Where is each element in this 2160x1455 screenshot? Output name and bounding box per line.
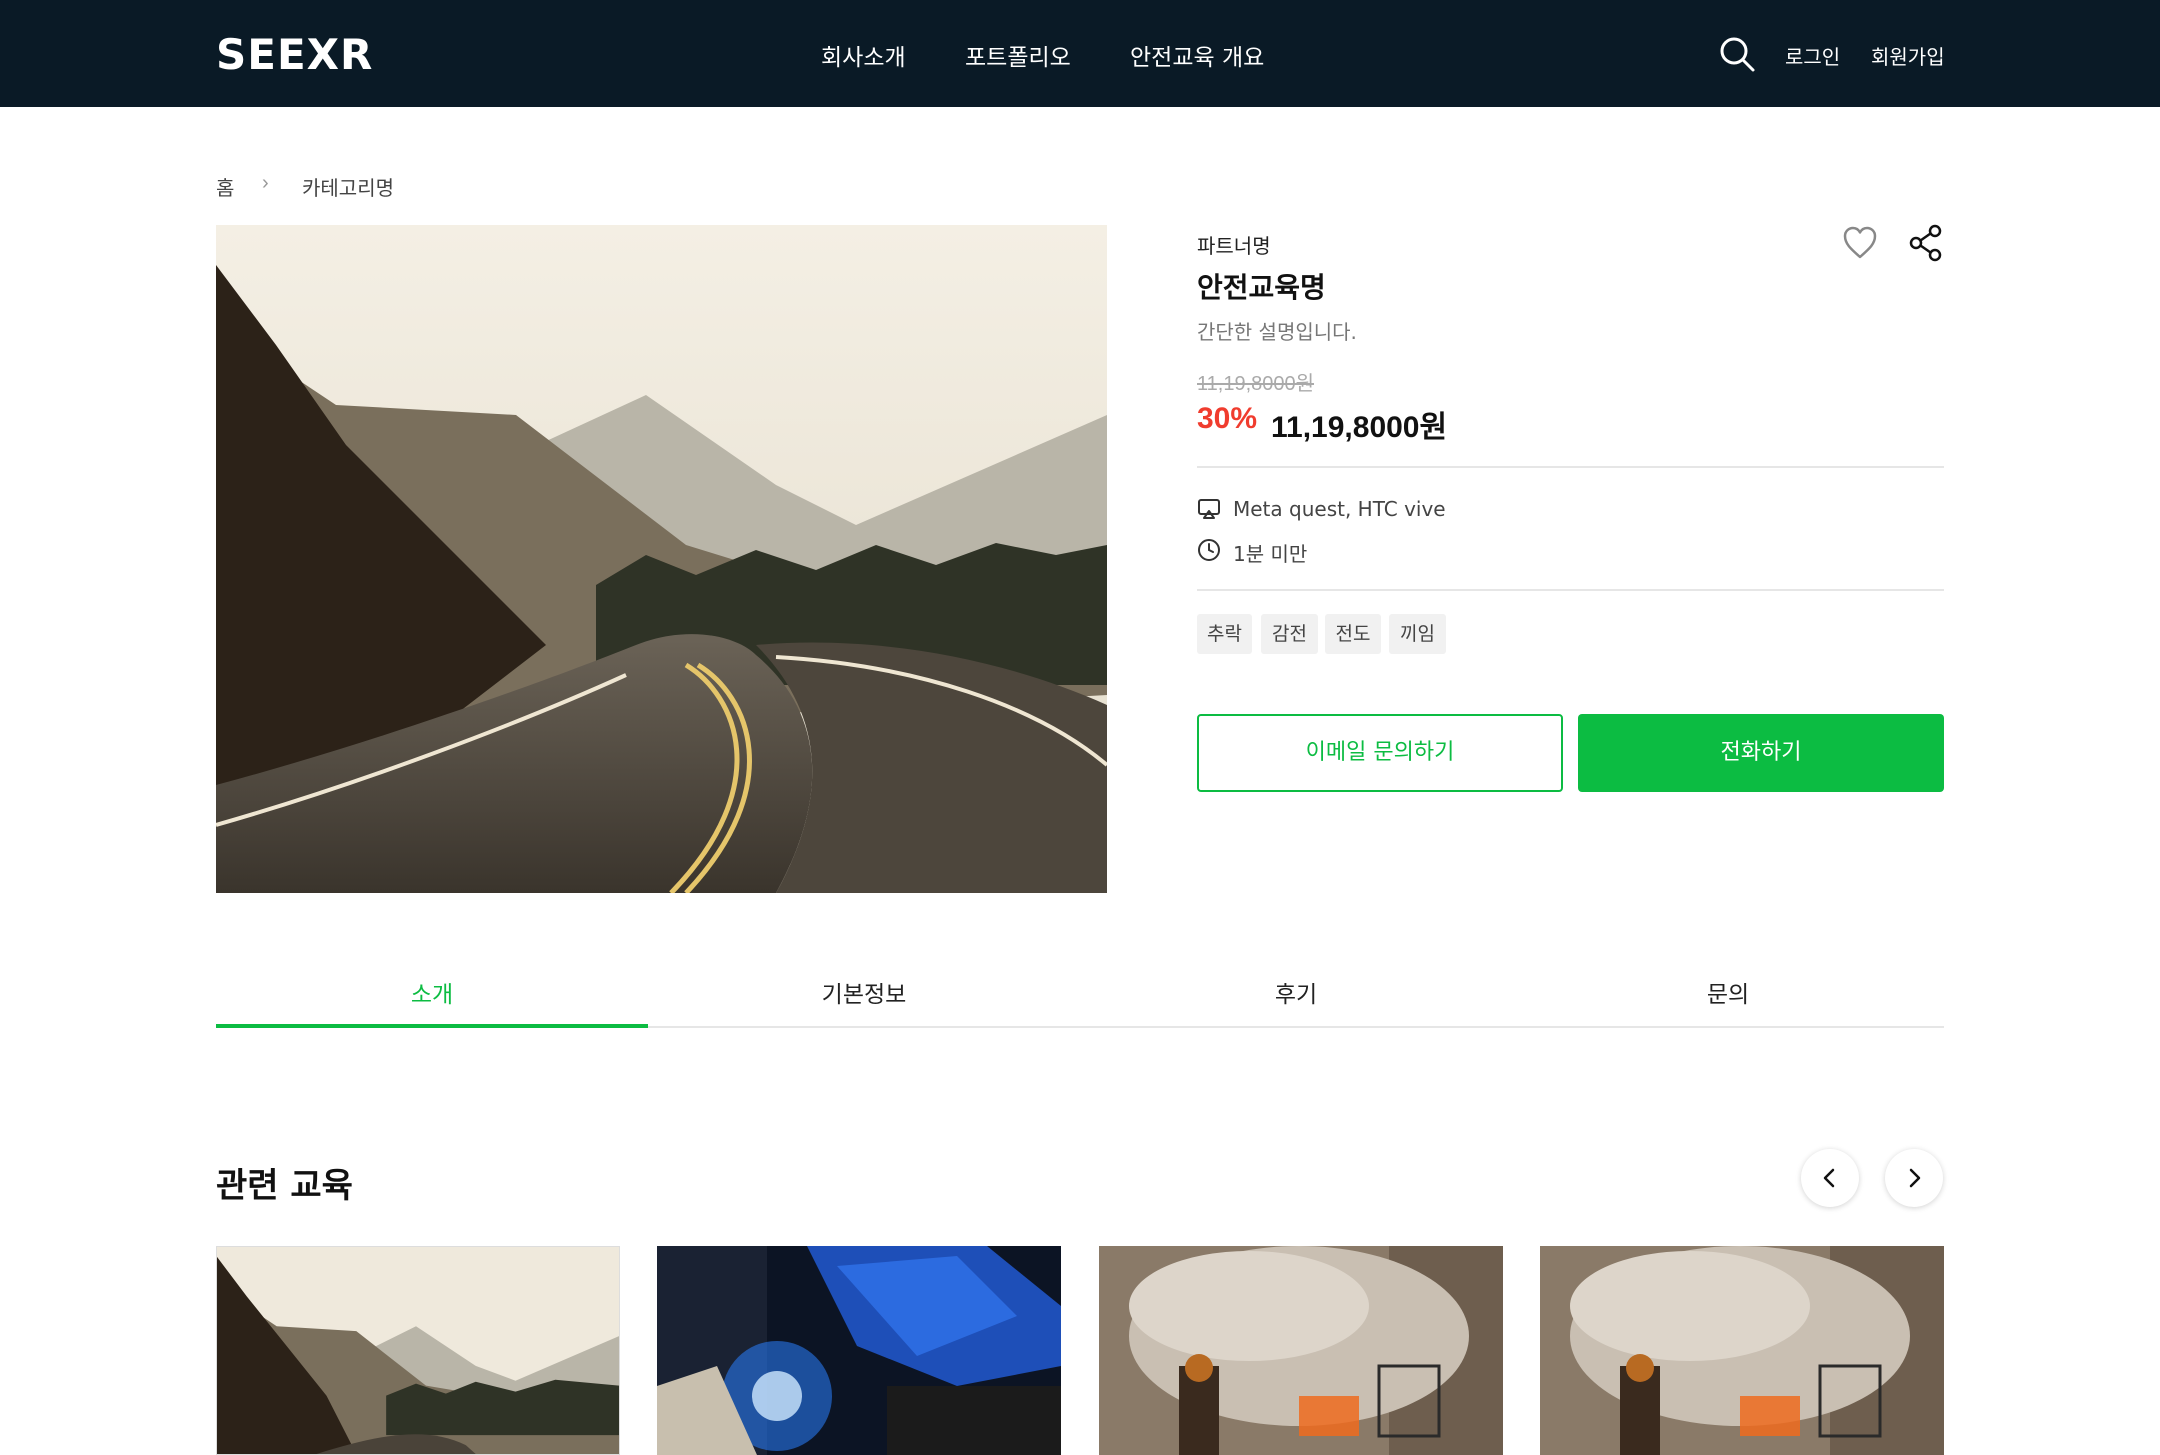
related-course-card[interactable]	[657, 1246, 1061, 1455]
tag: 전도	[1325, 614, 1381, 654]
related-course-card[interactable]	[1099, 1246, 1503, 1455]
signup-link[interactable]: 회원가입	[1871, 41, 1945, 70]
active-tab-indicator	[216, 1024, 648, 1028]
email-inquiry-button[interactable]: 이메일 문의하기	[1197, 714, 1563, 792]
divider	[1197, 466, 1944, 468]
related-course-card[interactable]	[216, 1246, 620, 1455]
supported-devices: Meta quest, HTC vive	[1233, 497, 1446, 521]
product-image	[216, 225, 1107, 893]
carousel-next-button[interactable]	[1885, 1149, 1943, 1207]
training-duration: 1분 미만	[1233, 542, 1308, 566]
logo[interactable]: SEEXR	[216, 30, 373, 79]
tag: 감전	[1261, 614, 1318, 654]
tag: 추락	[1197, 614, 1252, 654]
chevron-right-icon: ›	[262, 172, 269, 194]
clock-icon	[1198, 539, 1220, 561]
product-title: 안전교육명	[1197, 271, 1326, 304]
breadcrumb-home[interactable]: 홈	[216, 172, 234, 201]
original-price: 11,19,8000원	[1197, 373, 1315, 395]
tab-reviews[interactable]: 후기	[1080, 975, 1512, 1009]
search-icon[interactable]	[1718, 35, 1756, 73]
divider	[1197, 589, 1944, 591]
heart-icon[interactable]	[1841, 224, 1879, 262]
chevron-right-icon	[1909, 1168, 1921, 1188]
carousel-prev-button[interactable]	[1801, 1149, 1859, 1207]
related-section-title: 관련 교육	[216, 1166, 353, 1206]
nav-safety-overview[interactable]: 안전교육 개요	[1130, 38, 1264, 72]
top-header: SEEXR 회사소개 포트폴리오 안전교육 개요 로그인 회원가입	[0, 0, 2160, 107]
breadcrumb-category[interactable]: 카테고리명	[302, 172, 394, 201]
related-course-card[interactable]	[1540, 1246, 1944, 1455]
tab-intro[interactable]: 소개	[216, 975, 648, 1009]
discount-rate: 30%	[1197, 402, 1258, 435]
nav-company[interactable]: 회사소개	[821, 38, 906, 72]
tab-inquiry[interactable]: 문의	[1512, 975, 1944, 1009]
tab-basic-info[interactable]: 기본정보	[648, 975, 1080, 1009]
tag: 끼임	[1389, 614, 1446, 654]
partner-name: 파트너명	[1197, 234, 1271, 258]
product-description: 간단한 설명입니다.	[1197, 320, 1357, 344]
share-icon[interactable]	[1908, 224, 1944, 262]
monitor-icon	[1198, 499, 1220, 519]
sale-price: 11,19,8000원	[1271, 411, 1448, 444]
login-link[interactable]: 로그인	[1785, 41, 1840, 70]
call-button[interactable]: 전화하기	[1578, 714, 1944, 792]
chevron-left-icon	[1823, 1168, 1835, 1188]
nav-portfolio[interactable]: 포트폴리오	[965, 38, 1071, 72]
